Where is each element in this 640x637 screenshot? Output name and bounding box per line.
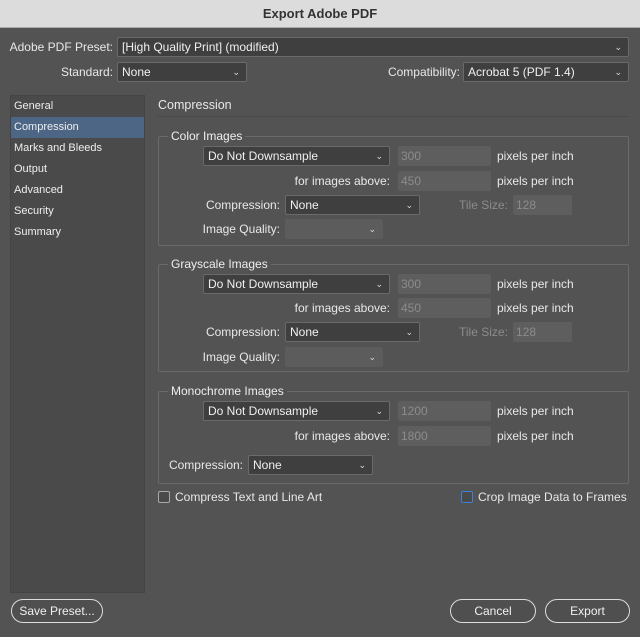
tile-size-label: Tile Size:	[459, 198, 508, 212]
standard-dropdown[interactable]: None ⌄	[117, 62, 247, 82]
quality-label: Image Quality:	[202, 350, 280, 364]
chevron-down-icon: ⌄	[368, 352, 376, 362]
chevron-down-icon: ⌄	[368, 224, 376, 234]
color-images-title: Color Images	[168, 129, 246, 143]
gray-tile-field[interactable]: 128	[513, 322, 572, 342]
compression-label: Compression:	[205, 198, 280, 212]
monochrome-images-title: Monochrome Images	[168, 384, 287, 398]
ppi-label: pixels per inch	[497, 174, 574, 188]
above-label: for images above:	[294, 174, 390, 188]
compatibility-dropdown[interactable]: Acrobat 5 (PDF 1.4) ⌄	[463, 62, 629, 82]
gray-quality-dropdown[interactable]: ⌄	[285, 347, 383, 367]
export-button[interactable]: Export	[545, 599, 630, 623]
chevron-down-icon: ⌄	[375, 151, 383, 161]
chevron-down-icon: ⌄	[614, 67, 622, 77]
color-quality-dropdown[interactable]: ⌄	[285, 219, 383, 239]
mono-compression-dropdown[interactable]: None ⌄	[248, 455, 373, 475]
ppi-label: pixels per inch	[497, 277, 574, 291]
chevron-down-icon: ⌄	[358, 460, 366, 470]
gray-compression-dropdown[interactable]: None ⌄	[285, 322, 420, 342]
sidebar-item-compression[interactable]: Compression	[11, 117, 144, 138]
dialog-title: Export Adobe PDF	[0, 0, 640, 28]
chevron-down-icon: ⌄	[405, 327, 413, 337]
sidebar-item-advanced[interactable]: Advanced	[11, 180, 144, 201]
chevron-down-icon: ⌄	[614, 42, 622, 52]
color-downsample-dropdown[interactable]: Do Not Downsample ⌄	[203, 146, 390, 166]
color-compression-dropdown[interactable]: None ⌄	[285, 195, 420, 215]
tile-size-label: Tile Size:	[459, 325, 508, 339]
sidebar-item-general[interactable]: General	[11, 96, 144, 117]
compress-text-label: Compress Text and Line Art	[175, 490, 323, 504]
ppi-label: pixels per inch	[497, 404, 574, 418]
gray-ppi-field[interactable]: 300	[398, 274, 491, 294]
compression-label: Compression:	[168, 458, 243, 472]
crop-image-checkbox[interactable]	[461, 491, 473, 503]
mono-downsample-dropdown[interactable]: Do Not Downsample ⌄	[203, 401, 390, 421]
sidebar: General Compression Marks and Bleeds Out…	[10, 95, 145, 593]
mono-ppi-field[interactable]: 1200	[398, 401, 491, 421]
chevron-down-icon: ⌄	[375, 279, 383, 289]
gray-downsample-dropdown[interactable]: Do Not Downsample ⌄	[203, 274, 390, 294]
standard-label: Standard:	[60, 65, 113, 79]
crop-image-label: Crop Image Data to Frames	[478, 490, 627, 504]
compress-text-checkbox[interactable]	[158, 491, 170, 503]
chevron-down-icon: ⌄	[405, 200, 413, 210]
quality-label: Image Quality:	[202, 222, 280, 236]
ppi-label: pixels per inch	[497, 301, 574, 315]
color-above-field[interactable]: 450	[398, 171, 491, 191]
preset-label: Adobe PDF Preset:	[9, 40, 113, 54]
section-heading: Compression	[158, 98, 232, 112]
divider	[158, 116, 629, 117]
gray-downsample-value: Do Not Downsample	[208, 277, 319, 291]
gray-compression-value: None	[290, 325, 319, 339]
sidebar-item-marks-and-bleeds[interactable]: Marks and Bleeds	[11, 138, 144, 159]
sidebar-item-output[interactable]: Output	[11, 159, 144, 180]
above-label: for images above:	[294, 301, 390, 315]
compression-label: Compression:	[205, 325, 280, 339]
sidebar-item-summary[interactable]: Summary	[11, 222, 144, 243]
save-preset-button[interactable]: Save Preset...	[11, 599, 103, 623]
preset-value: [High Quality Print] (modified)	[122, 40, 279, 54]
chevron-down-icon: ⌄	[375, 406, 383, 416]
cancel-button[interactable]: Cancel	[450, 599, 536, 623]
gray-above-field[interactable]: 450	[398, 298, 491, 318]
mono-downsample-value: Do Not Downsample	[208, 404, 319, 418]
compatibility-label: Compatibility:	[387, 65, 460, 79]
color-tile-field[interactable]: 128	[513, 195, 572, 215]
compatibility-value: Acrobat 5 (PDF 1.4)	[468, 65, 575, 79]
color-compression-value: None	[290, 198, 319, 212]
chevron-down-icon: ⌄	[232, 67, 240, 77]
mono-compression-value: None	[253, 458, 282, 472]
standard-value: None	[122, 65, 151, 79]
color-ppi-field[interactable]: 300	[398, 146, 491, 166]
sidebar-item-security[interactable]: Security	[11, 201, 144, 222]
ppi-label: pixels per inch	[497, 429, 574, 443]
mono-above-field[interactable]: 1800	[398, 426, 491, 446]
ppi-label: pixels per inch	[497, 149, 574, 163]
grayscale-images-title: Grayscale Images	[168, 257, 271, 271]
above-label: for images above:	[294, 429, 390, 443]
color-downsample-value: Do Not Downsample	[208, 149, 319, 163]
preset-dropdown[interactable]: [High Quality Print] (modified) ⌄	[117, 37, 629, 57]
